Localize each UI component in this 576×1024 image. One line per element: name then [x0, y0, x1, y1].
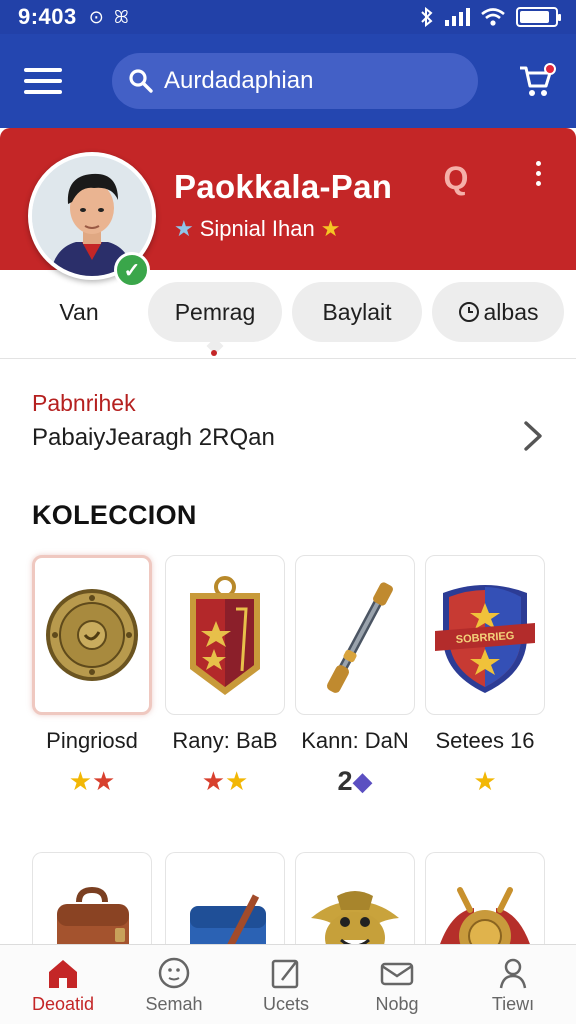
tab-label: Pemrag [174, 298, 256, 325]
home-icon [49, 959, 77, 988]
mail-icon [380, 962, 414, 985]
nav-label: Nobg [375, 993, 419, 1014]
nav-label: Deoatid [31, 993, 95, 1014]
info-value[interactable]: PabaiyJearagh 2RQan [32, 424, 275, 452]
album-icon [458, 302, 479, 322]
gem-icon: ◆ [352, 766, 373, 796]
star-icon: ★ [225, 766, 249, 796]
more-options-icon[interactable] [526, 156, 550, 190]
search-input[interactable] [164, 67, 464, 95]
cart-button[interactable] [514, 59, 558, 103]
nav-edit[interactable]: Ucets [231, 945, 341, 1024]
badge-icon[interactable]: Q [438, 160, 474, 196]
notification-icon: ⊙ [88, 6, 104, 27]
collection-item-name: Rany: BaB [172, 728, 278, 753]
collection-item[interactable] [295, 555, 415, 715]
search-face-icon [158, 957, 190, 988]
item-rating: ★★ [27, 766, 157, 797]
collection-item[interactable] [165, 555, 285, 715]
status-time: 9:403 [18, 4, 77, 29]
nav-label: Semah [145, 993, 203, 1014]
profile-tabs: Van Pemrag Baylait albas [0, 282, 576, 355]
app-bar [0, 34, 576, 128]
crest-shield-icon: SOBRRIEG [435, 585, 535, 693]
nav-search[interactable]: Semah [119, 945, 229, 1024]
item-rating: 2◆ [290, 766, 420, 797]
item-rating: ★ [420, 766, 550, 797]
nav-label: Tiewı [491, 993, 535, 1014]
collection-item[interactable] [32, 555, 152, 715]
collection-item-name: Pingriosd [46, 728, 138, 753]
collection-item-name: Kann: DaN [301, 728, 409, 753]
tab-pemrag[interactable]: Pemrag [148, 282, 282, 355]
hamburger-menu-icon[interactable] [18, 56, 68, 106]
star-icon: ★ [174, 216, 194, 241]
shield-banner-icon [190, 576, 260, 695]
search-bar[interactable] [112, 53, 478, 109]
profile-subtitle: Sipnial Ihan [199, 216, 315, 241]
star-icon: ★ [473, 766, 497, 796]
star-icon: ★ [92, 766, 116, 796]
app-notification-icon: ꕤ [113, 6, 129, 27]
cart-badge [544, 63, 556, 75]
active-tab-dot [211, 350, 217, 356]
search-icon [129, 69, 153, 93]
staff-icon [327, 582, 393, 693]
bottom-navigation: Deoatid Semah Ucets Nobg Tiewı [0, 944, 576, 1024]
wifi-icon [481, 8, 505, 26]
chevron-right-icon[interactable] [516, 418, 550, 454]
section-title: KOLECCION [32, 500, 197, 530]
star-icon: ★ [320, 216, 341, 241]
star-icon: ★ [68, 766, 92, 796]
battery-icon [516, 7, 561, 27]
edit-icon [271, 959, 299, 988]
profile-name: Paokkala-Pan [174, 168, 393, 205]
nav-mail[interactable]: Nobg [342, 945, 452, 1024]
info-label: Pabnrihek [32, 390, 136, 416]
profile-icon [499, 958, 527, 988]
collection-item[interactable]: SOBRRIEG [425, 555, 545, 715]
signal-icon [445, 8, 470, 26]
profile-subtitle-row: ★ Sipnial Ihan ★ [174, 216, 340, 242]
nav-home[interactable]: Deoatid [8, 945, 118, 1024]
tab-albas[interactable]: albas [432, 282, 564, 342]
nav-profile[interactable]: Tiewı [458, 945, 568, 1024]
divider [0, 358, 576, 359]
item-rating: ★★ [160, 766, 290, 797]
star-icon: ★ [201, 766, 225, 796]
status-bar: 9:403 ⊙ ꕤ [0, 0, 576, 34]
bluetooth-icon [421, 7, 433, 27]
collection-item-name: Setees 16 [435, 728, 535, 753]
rating-number: 2 [337, 766, 353, 796]
round-shield-icon [46, 589, 138, 681]
nav-label: Ucets [262, 993, 309, 1014]
tab-van[interactable]: Van [20, 282, 138, 342]
tab-label: albas [483, 298, 539, 325]
tab-baylait[interactable]: Baylait [292, 282, 422, 342]
